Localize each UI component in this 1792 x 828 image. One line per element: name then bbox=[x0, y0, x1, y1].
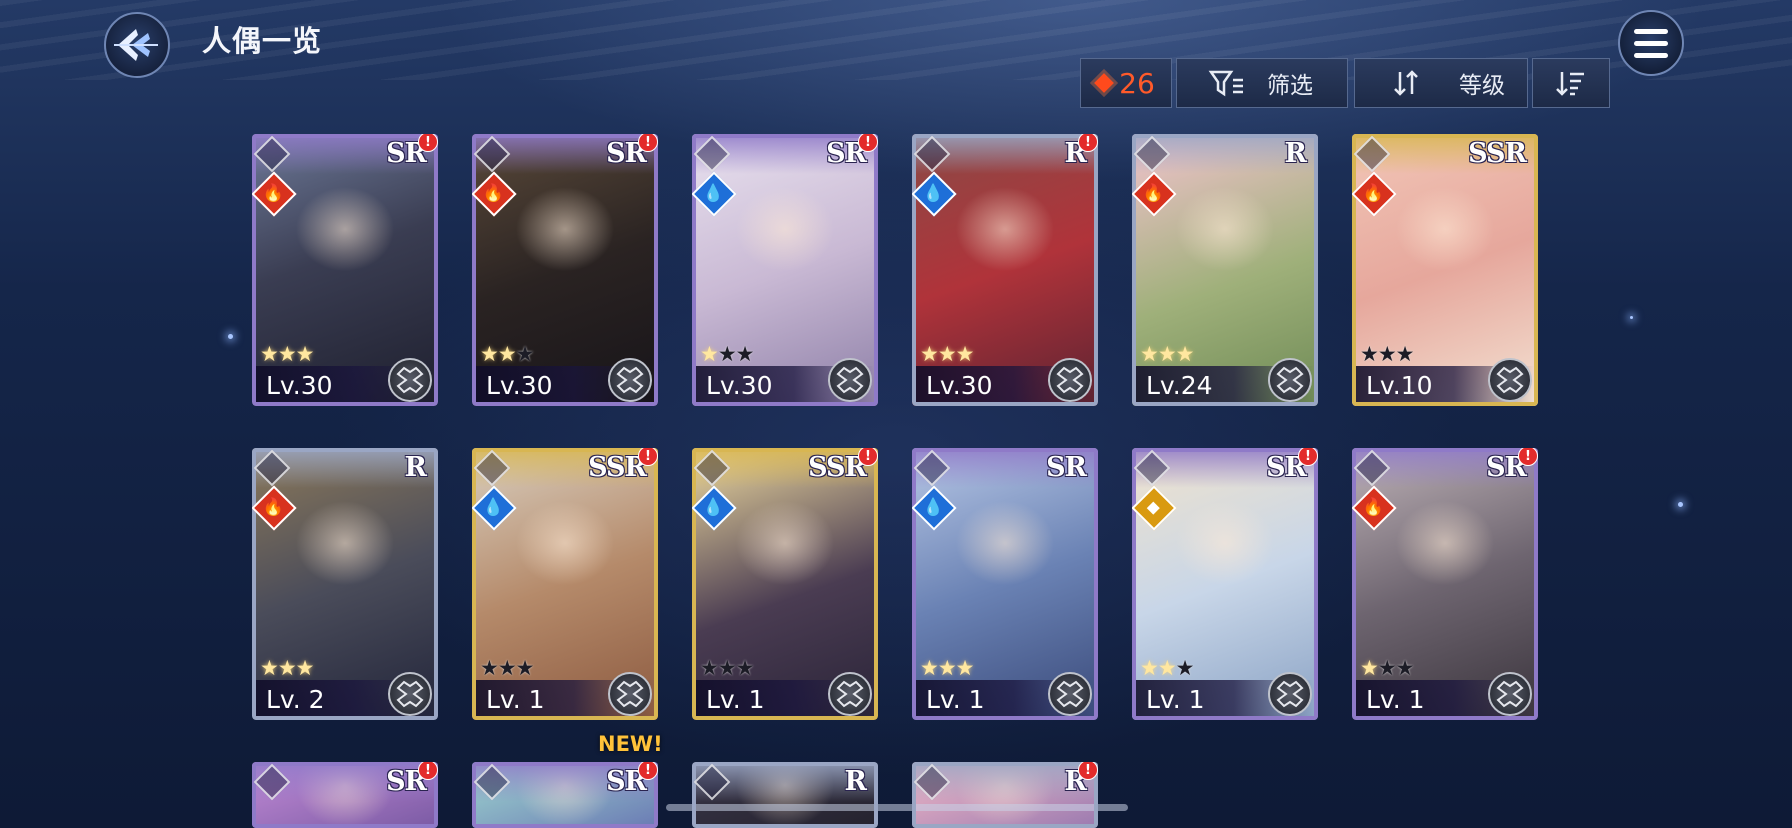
doll-card[interactable]: 💧 SR ★★★ Lv. 1 bbox=[912, 448, 1098, 720]
doll-card[interactable]: 💧 R! ★★★ Lv.30 bbox=[912, 134, 1098, 406]
level-label: Lv.30 bbox=[486, 371, 553, 400]
doll-card[interactable]: 🔥 R ★★★ Lv. 2 bbox=[252, 448, 438, 720]
doll-card[interactable]: R bbox=[692, 762, 878, 828]
star-rating: ★★★ bbox=[1140, 656, 1194, 680]
sort-level-button[interactable]: 等级 bbox=[1354, 58, 1528, 108]
faction-emblem-icon bbox=[1048, 358, 1092, 402]
doll-card[interactable]: 🔥 R ★★★ Lv.24 bbox=[1132, 134, 1318, 406]
currency-counter: 26 bbox=[1080, 58, 1172, 108]
star-rating: ★★★ bbox=[480, 656, 534, 680]
back-arrow-icon bbox=[114, 29, 158, 61]
faction-emblem-icon bbox=[1268, 358, 1312, 402]
star-rating: ★★★ bbox=[260, 342, 314, 366]
faction-emblem-icon bbox=[1048, 672, 1092, 716]
faction-emblem-icon bbox=[1268, 672, 1312, 716]
sort-label: 等级 bbox=[1459, 73, 1505, 99]
doll-card[interactable]: SR! bbox=[252, 762, 438, 828]
faction-emblem-icon bbox=[388, 672, 432, 716]
doll-card[interactable]: 💧 SR! ★★★ Lv.30 bbox=[692, 134, 878, 406]
currency-count: 26 bbox=[1119, 66, 1155, 100]
doll-card[interactable]: 🔥 SR! ★★★ Lv.30 bbox=[472, 134, 658, 406]
level-label: Lv.30 bbox=[266, 371, 333, 400]
level-label: Lv.24 bbox=[1146, 371, 1213, 400]
faction-emblem-icon bbox=[828, 672, 872, 716]
level-label: Lv. 2 bbox=[266, 685, 325, 714]
sparkle-decoration bbox=[1630, 316, 1633, 319]
sparkle-decoration bbox=[1678, 502, 1683, 507]
doll-card[interactable]: 💧 SSR! ★★★ Lv. 1 bbox=[472, 448, 658, 720]
rarity-label: R bbox=[404, 452, 427, 483]
filter-button[interactable]: 筛选 bbox=[1176, 58, 1348, 108]
star-rating: ★★★ bbox=[1140, 342, 1194, 366]
level-label: Lv. 1 bbox=[1146, 685, 1205, 714]
level-label: Lv. 1 bbox=[1366, 685, 1425, 714]
doll-card[interactable]: SR! bbox=[472, 762, 658, 828]
level-label: Lv.10 bbox=[1366, 371, 1433, 400]
star-rating: ★★★ bbox=[700, 342, 754, 366]
level-label: Lv. 1 bbox=[926, 685, 985, 714]
faction-emblem-icon bbox=[828, 358, 872, 402]
doll-card[interactable]: 💧 SSR! ★★★ Lv. 1 bbox=[692, 448, 878, 720]
star-rating: ★★★ bbox=[1360, 342, 1414, 366]
filter-label: 筛选 bbox=[1267, 73, 1313, 99]
star-rating: ★★★ bbox=[480, 342, 534, 366]
level-label: Lv.30 bbox=[926, 371, 993, 400]
doll-card[interactable]: R! bbox=[912, 762, 1098, 828]
doll-card[interactable]: 🔥 SSR ★★★ Lv.10 bbox=[1352, 134, 1538, 406]
faction-emblem-icon bbox=[1488, 672, 1532, 716]
star-rating: ★★★ bbox=[700, 656, 754, 680]
star-rating: ★★★ bbox=[1360, 656, 1414, 680]
rarity-label: R bbox=[844, 766, 867, 797]
faction-emblem-icon bbox=[388, 358, 432, 402]
star-rating: ★★★ bbox=[920, 656, 974, 680]
star-rating: ★★★ bbox=[260, 656, 314, 680]
level-label: Lv.30 bbox=[706, 371, 773, 400]
doll-card[interactable]: ◆ SR! ★★★ Lv. 1 bbox=[1132, 448, 1318, 720]
faction-emblem-icon bbox=[1488, 358, 1532, 402]
scrollbar[interactable] bbox=[666, 804, 1128, 811]
menu-button[interactable] bbox=[1618, 10, 1684, 76]
back-button[interactable] bbox=[104, 12, 170, 78]
doll-card[interactable]: 🔥 SR! ★★★ Lv. 1 bbox=[1352, 448, 1538, 720]
faction-emblem-icon bbox=[608, 358, 652, 402]
sort-order-button[interactable] bbox=[1532, 58, 1610, 108]
red-gem-icon bbox=[1094, 73, 1115, 93]
sort-descending-icon bbox=[1556, 72, 1584, 96]
level-label: Lv. 1 bbox=[706, 685, 765, 714]
doll-card[interactable]: 🔥 SR! ★★★ Lv.30 bbox=[252, 134, 438, 406]
sparkle-decoration bbox=[228, 334, 233, 339]
rarity-label: SSR bbox=[1468, 138, 1527, 169]
rarity-label: R bbox=[1284, 138, 1307, 169]
page-title: 人偶一览 bbox=[202, 24, 323, 58]
star-rating: ★★★ bbox=[920, 342, 974, 366]
faction-emblem-icon bbox=[608, 672, 652, 716]
rarity-label: SR bbox=[1046, 452, 1087, 483]
level-label: Lv. 1 bbox=[486, 685, 545, 714]
sort-arrows-icon bbox=[1394, 70, 1418, 96]
new-label: NEW! bbox=[598, 732, 663, 756]
filter-icon bbox=[1208, 70, 1243, 97]
